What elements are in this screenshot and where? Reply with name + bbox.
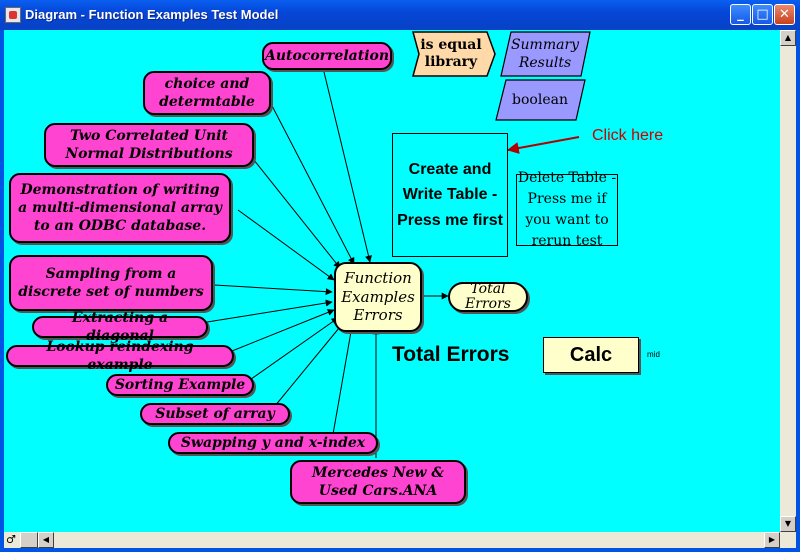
node-label: Demonstration of writing a multi-dimensi…: [18, 181, 222, 235]
minimize-button[interactable]: _: [730, 4, 751, 25]
scroll-right-arrow[interactable]: ▶: [764, 532, 780, 548]
arrow-sorting: [243, 317, 339, 385]
button-label: Calc: [569, 343, 613, 366]
node-lookup-reindexing[interactable]: Lookup reindexing example: [6, 339, 234, 373]
node-autocorrelation[interactable]: Autocorrelation: [262, 42, 392, 70]
node-summary-results[interactable]: Summary Results: [499, 31, 591, 77]
click-here-label: Click here: [592, 127, 664, 144]
resize-grip[interactable]: [780, 532, 796, 548]
node-choice-and-determtable[interactable]: choice and determtable: [143, 71, 271, 115]
horizontal-scrollbar[interactable]: ♂ ◀ ▶: [4, 532, 780, 548]
node-mercedes-cars[interactable]: Mercedes New & Used Cars.ANA: [290, 460, 466, 504]
close-button[interactable]: ✕: [774, 4, 795, 25]
node-swapping-index[interactable]: Swapping y and x-index: [168, 432, 378, 454]
node-extracting-diagonal[interactable]: Extracting a diagonal: [32, 310, 208, 344]
scroll-thumb[interactable]: [20, 532, 38, 548]
node-sorting-example[interactable]: Sorting Example: [106, 374, 254, 396]
node-label: Summary Results: [510, 36, 580, 71]
node-label: Sampling from a discrete set of numbers: [18, 265, 204, 300]
app-icon: [5, 7, 21, 23]
arrow-subset: [269, 321, 345, 413]
node-function-examples-errors[interactable]: Function Examples Errors: [334, 262, 422, 332]
arrow-sampling: [213, 284, 333, 296]
button-label: Delete Table - Press me if you want to r…: [517, 170, 617, 249]
node-sampling-discrete[interactable]: Sampling from a discrete set of numbers: [9, 255, 213, 311]
client-area: Autocorrelation choice and determtable T…: [4, 30, 796, 548]
scroll-down-arrow[interactable]: ▼: [780, 516, 796, 532]
arrow-swapping: [331, 325, 355, 441]
node-label: Autocorrelation: [264, 47, 390, 64]
window-title: Diagram - Function Examples Test Model: [25, 7, 279, 22]
arrow-choice: [267, 97, 355, 265]
node-is-equal-library[interactable]: is equal library: [405, 31, 497, 77]
node-label: Mercedes New & Used Cars.ANA: [312, 464, 444, 499]
node-label: Lookup reindexing example: [46, 338, 194, 373]
node-label: Subset of array: [155, 405, 275, 422]
diagram-window: Diagram - Function Examples Test Model _…: [0, 0, 800, 552]
maximize-button[interactable]: □: [752, 4, 773, 25]
title-bar[interactable]: Diagram - Function Examples Test Model _…: [0, 0, 800, 30]
node-label: Total Errors: [465, 280, 511, 312]
node-boolean[interactable]: boolean: [494, 79, 586, 121]
calc-button[interactable]: Calc: [543, 337, 639, 373]
node-odbc-demonstration[interactable]: Demonstration of writing a multi-dimensi…: [9, 173, 231, 243]
total-errors-label: Total Errors: [392, 343, 510, 366]
node-label: Function Examples Errors: [341, 268, 415, 325]
node-label: Swapping y and x-index: [180, 434, 366, 451]
node-label: Sorting Example: [114, 376, 246, 393]
node-subset-of-array[interactable]: Subset of array: [140, 403, 290, 425]
delete-table-button[interactable]: Delete Table - Press me if you want to r…: [516, 170, 618, 249]
node-label: is equal library: [420, 36, 482, 71]
node-label: Two Correlated Unit Normal Distributions: [65, 127, 233, 162]
arrow-autocorrelation: [323, 71, 372, 263]
vertical-scrollbar[interactable]: ▲ ▼: [780, 30, 796, 532]
arrow-odbc: [237, 209, 335, 281]
node-label: boolean: [512, 92, 568, 108]
scroll-up-arrow[interactable]: ▲: [780, 30, 796, 46]
mid-label: mid: [647, 350, 660, 359]
scroll-options-icon[interactable]: ♂: [6, 533, 18, 547]
click-here-arrow: [506, 136, 580, 154]
button-label: Create and Write Table - Press me first: [397, 160, 503, 229]
node-two-correlated-distributions[interactable]: Two Correlated Unit Normal Distributions: [44, 123, 254, 167]
create-write-table-button[interactable]: Create and Write Table - Press me first: [392, 133, 508, 257]
diagram-canvas[interactable]: Autocorrelation choice and determtable T…: [4, 30, 780, 532]
node-label: choice and determtable: [159, 75, 255, 110]
node-total-errors[interactable]: Total Errors: [448, 280, 528, 312]
scroll-left-arrow[interactable]: ◀: [38, 532, 54, 548]
